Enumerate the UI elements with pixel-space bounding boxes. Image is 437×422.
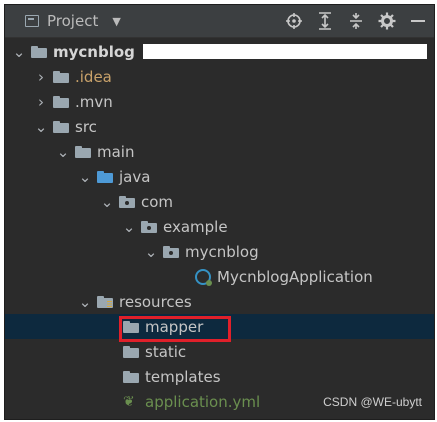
tree-item-resources[interactable]: ⌄ resources	[5, 289, 434, 314]
resources-folder-icon	[97, 295, 113, 308]
chevron-down-icon[interactable]: ⌄	[145, 243, 158, 261]
tree-item-label: example	[163, 217, 228, 236]
tree-item-mycnblog-package[interactable]: ⌄ mycnblog	[5, 239, 434, 264]
tree-item-root[interactable]: ⌄ mycnblog	[5, 39, 434, 64]
tree-item-label: .idea	[75, 67, 112, 86]
collapse-all-icon[interactable]	[346, 11, 366, 31]
spring-boot-class-icon	[195, 268, 212, 286]
tree-item-label: MycnblogApplication	[217, 267, 373, 286]
tree-item-label: main	[97, 142, 135, 161]
tree-item-label: application.yml	[145, 392, 261, 411]
tree-item-label: com	[141, 192, 174, 211]
folder-icon	[53, 70, 69, 83]
chevron-down-icon[interactable]: ⌄	[123, 218, 136, 236]
tree-item-com[interactable]: ⌄ com	[5, 189, 434, 214]
project-tool-window: Project ▼ ⌄ mycnblog › .idea › .mvn ⌄ sr…	[4, 4, 435, 420]
project-view-selector[interactable]: Project ▼	[25, 12, 121, 30]
tree-item-label: static	[145, 342, 187, 361]
hide-icon[interactable]	[408, 11, 428, 31]
chevron-down-icon[interactable]: ⌄	[13, 43, 26, 61]
tree-item-label: mycnblog	[185, 242, 259, 261]
chevron-down-icon[interactable]: ⌄	[57, 143, 70, 161]
tree-item-label: resources	[119, 292, 192, 311]
tree-item-java[interactable]: ⌄ java	[5, 164, 434, 189]
chevron-down-icon[interactable]: ⌄	[79, 293, 92, 311]
tree-item-application-class[interactable]: MycnblogApplication	[5, 264, 434, 289]
tree-item-idea[interactable]: › .idea	[5, 64, 434, 89]
tree-item-label: mapper	[145, 317, 204, 336]
tree-item-label: mycnblog	[53, 42, 135, 61]
tree-item-mapper[interactable]: mapper	[5, 314, 434, 339]
tree-item-label: src	[75, 117, 97, 136]
tree-item-static[interactable]: static	[5, 339, 434, 364]
tree-item-label: .mvn	[75, 92, 113, 111]
package-icon	[141, 220, 157, 233]
chevron-down-icon[interactable]: ⌄	[79, 168, 92, 186]
locate-icon[interactable]	[284, 11, 304, 31]
package-icon	[163, 245, 179, 258]
expand-all-icon[interactable]	[315, 11, 335, 31]
module-folder-icon	[31, 45, 47, 58]
chevron-down-icon: ▼	[112, 14, 121, 28]
chevron-down-icon[interactable]: ⌄	[35, 118, 48, 136]
folder-icon	[123, 370, 139, 383]
project-toolbar: Project ▼	[5, 5, 434, 38]
chevron-down-icon[interactable]: ⌄	[101, 193, 114, 211]
folder-icon	[53, 95, 69, 108]
tree-item-label: templates	[145, 367, 221, 386]
watermark: CSDN @WE-ubytt	[323, 395, 422, 409]
folder-icon	[123, 320, 139, 333]
tree-item-label: java	[119, 167, 151, 186]
redacted-path	[142, 44, 427, 59]
package-icon	[119, 195, 135, 208]
tree-item-src[interactable]: ⌄ src	[5, 114, 434, 139]
tree-item-templates[interactable]: templates	[5, 364, 434, 389]
spring-config-icon: ❦	[123, 393, 135, 410]
tree-item-example[interactable]: ⌄ example	[5, 214, 434, 239]
project-title: Project	[47, 12, 99, 30]
project-icon	[25, 15, 39, 27]
tree-item-main[interactable]: ⌄ main	[5, 139, 434, 164]
gear-icon[interactable]	[377, 11, 397, 31]
tree-item-mvn[interactable]: › .mvn	[5, 89, 434, 114]
folder-icon	[123, 345, 139, 358]
source-folder-icon	[97, 170, 113, 183]
folder-icon	[53, 120, 69, 133]
chevron-right-icon[interactable]: ›	[35, 93, 47, 111]
folder-icon	[75, 145, 91, 158]
chevron-right-icon[interactable]: ›	[35, 68, 47, 86]
